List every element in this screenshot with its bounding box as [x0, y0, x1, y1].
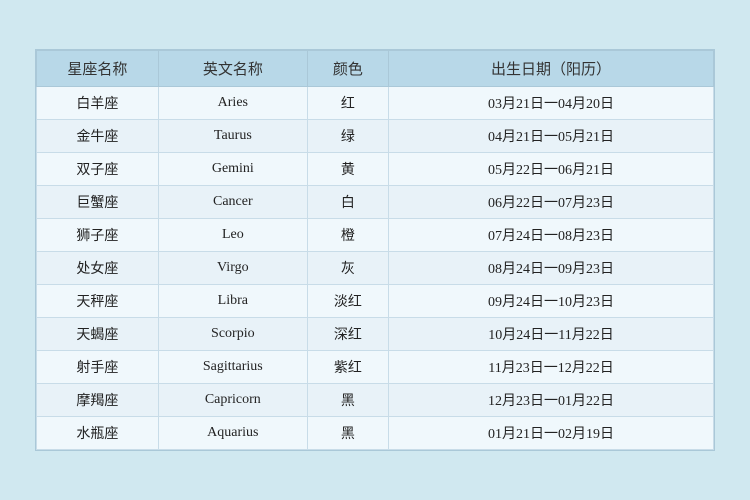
cell-color: 灰 [307, 252, 388, 285]
cell-color: 橙 [307, 219, 388, 252]
table-row: 处女座Virgo灰08月24日一09月23日 [37, 252, 714, 285]
cell-cn: 水瓶座 [37, 417, 159, 450]
zodiac-table: 星座名称 英文名称 颜色 出生日期（阳历） 白羊座Aries红03月21日一04… [36, 50, 714, 450]
cell-date: 12月23日一01月22日 [389, 384, 714, 417]
cell-color: 黑 [307, 384, 388, 417]
cell-en: Scorpio [158, 318, 307, 351]
cell-cn: 天蝎座 [37, 318, 159, 351]
cell-en: Sagittarius [158, 351, 307, 384]
header-en: 英文名称 [158, 51, 307, 87]
table-header-row: 星座名称 英文名称 颜色 出生日期（阳历） [37, 51, 714, 87]
cell-cn: 射手座 [37, 351, 159, 384]
cell-cn: 天秤座 [37, 285, 159, 318]
cell-date: 09月24日一10月23日 [389, 285, 714, 318]
table-row: 摩羯座Capricorn黑12月23日一01月22日 [37, 384, 714, 417]
cell-en: Leo [158, 219, 307, 252]
cell-date: 06月22日一07月23日 [389, 186, 714, 219]
cell-color: 黄 [307, 153, 388, 186]
cell-date: 03月21日一04月20日 [389, 87, 714, 120]
cell-date: 05月22日一06月21日 [389, 153, 714, 186]
cell-en: Capricorn [158, 384, 307, 417]
cell-en: Taurus [158, 120, 307, 153]
cell-color: 紫红 [307, 351, 388, 384]
cell-cn: 金牛座 [37, 120, 159, 153]
cell-color: 深红 [307, 318, 388, 351]
cell-en: Aries [158, 87, 307, 120]
table-row: 天蝎座Scorpio深红10月24日一11月22日 [37, 318, 714, 351]
cell-cn: 处女座 [37, 252, 159, 285]
cell-en: Libra [158, 285, 307, 318]
cell-color: 白 [307, 186, 388, 219]
cell-color: 绿 [307, 120, 388, 153]
cell-en: Aquarius [158, 417, 307, 450]
cell-date: 04月21日一05月21日 [389, 120, 714, 153]
table-row: 巨蟹座Cancer白06月22日一07月23日 [37, 186, 714, 219]
cell-color: 淡红 [307, 285, 388, 318]
table-row: 白羊座Aries红03月21日一04月20日 [37, 87, 714, 120]
table-row: 金牛座Taurus绿04月21日一05月21日 [37, 120, 714, 153]
table-row: 水瓶座Aquarius黑01月21日一02月19日 [37, 417, 714, 450]
header-date: 出生日期（阳历） [389, 51, 714, 87]
cell-cn: 白羊座 [37, 87, 159, 120]
table-row: 射手座Sagittarius紫红11月23日一12月22日 [37, 351, 714, 384]
table-row: 天秤座Libra淡红09月24日一10月23日 [37, 285, 714, 318]
cell-date: 10月24日一11月22日 [389, 318, 714, 351]
header-color: 颜色 [307, 51, 388, 87]
header-cn: 星座名称 [37, 51, 159, 87]
cell-en: Cancer [158, 186, 307, 219]
cell-cn: 摩羯座 [37, 384, 159, 417]
table-row: 狮子座Leo橙07月24日一08月23日 [37, 219, 714, 252]
cell-cn: 双子座 [37, 153, 159, 186]
table-row: 双子座Gemini黄05月22日一06月21日 [37, 153, 714, 186]
cell-color: 红 [307, 87, 388, 120]
cell-cn: 狮子座 [37, 219, 159, 252]
cell-date: 07月24日一08月23日 [389, 219, 714, 252]
table-body: 白羊座Aries红03月21日一04月20日金牛座Taurus绿04月21日一0… [37, 87, 714, 450]
cell-date: 08月24日一09月23日 [389, 252, 714, 285]
cell-date: 01月21日一02月19日 [389, 417, 714, 450]
cell-en: Virgo [158, 252, 307, 285]
cell-cn: 巨蟹座 [37, 186, 159, 219]
cell-color: 黑 [307, 417, 388, 450]
cell-date: 11月23日一12月22日 [389, 351, 714, 384]
cell-en: Gemini [158, 153, 307, 186]
zodiac-table-container: 星座名称 英文名称 颜色 出生日期（阳历） 白羊座Aries红03月21日一04… [35, 49, 715, 451]
